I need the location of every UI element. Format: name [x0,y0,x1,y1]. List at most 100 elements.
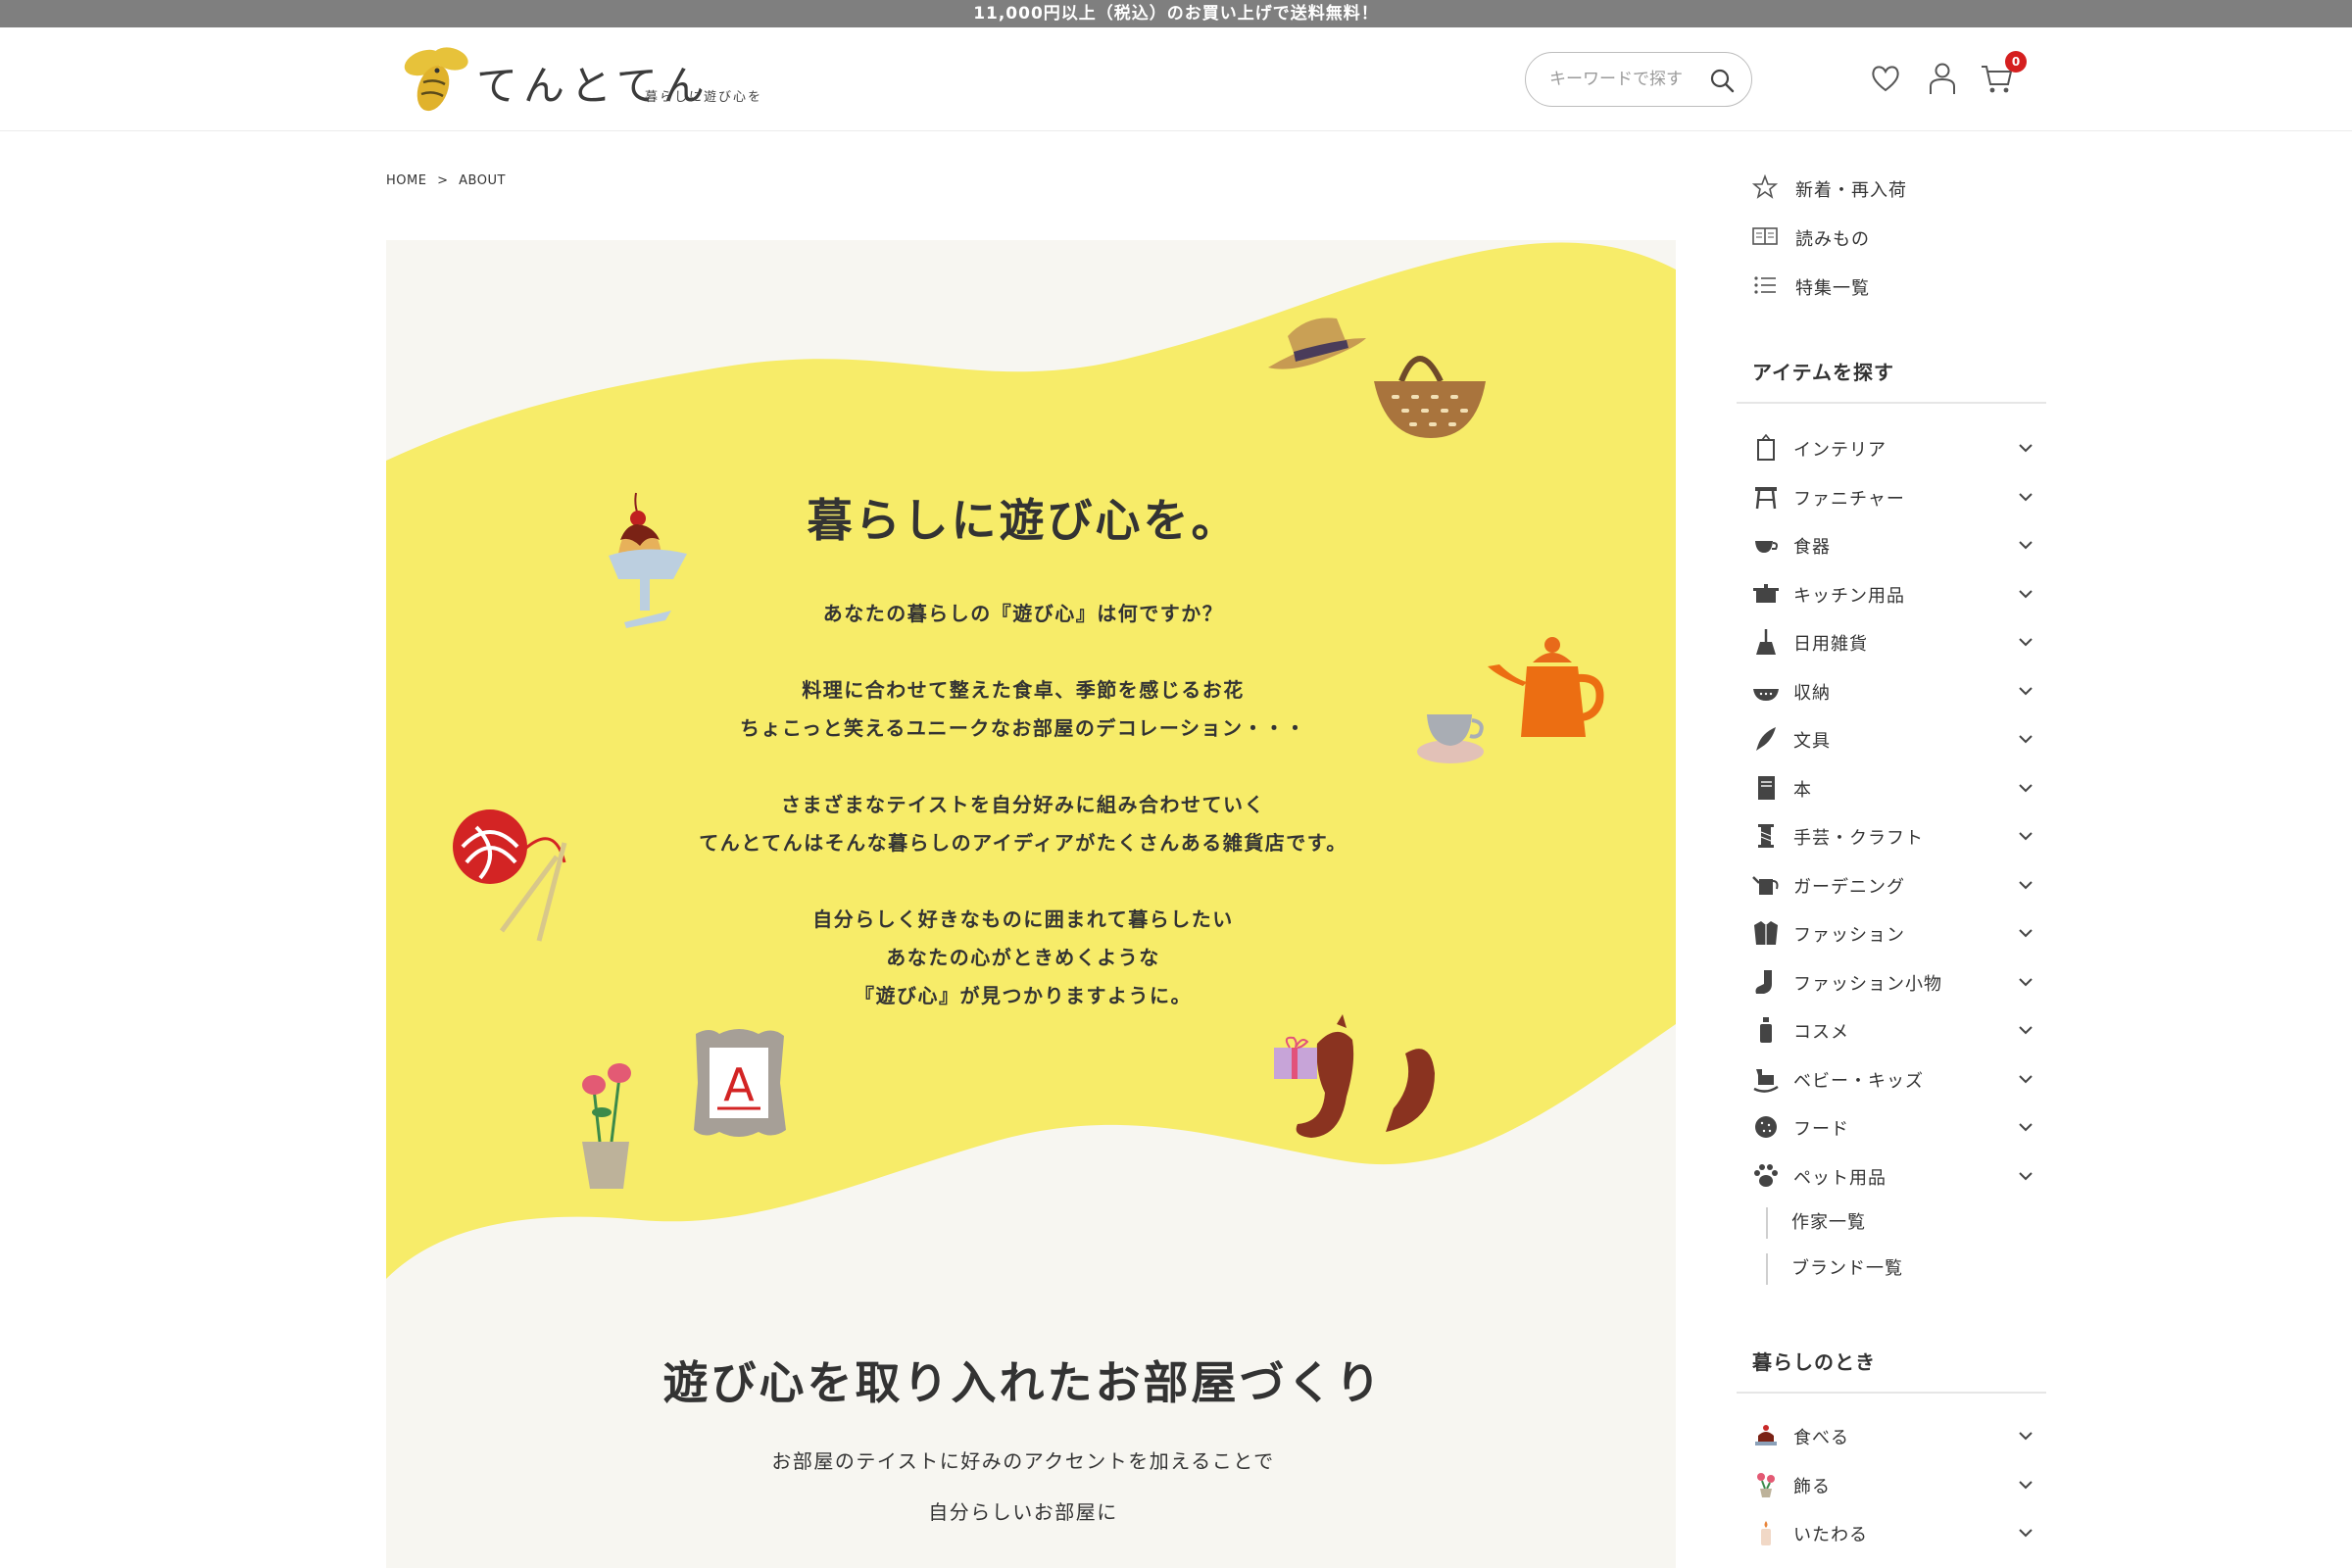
hero-line: てんとてんはそんな暮らしのアイディアがたくさんある雑貨店です。 [699,831,1348,855]
items-heading: アイテムを探す [1752,361,1894,384]
paw-icon [1754,1163,1778,1187]
chevron-down-icon[interactable] [2017,827,2034,845]
chevron-down-icon[interactable] [2017,585,2034,603]
chevron-down-icon[interactable] [2017,924,2034,942]
category-pet[interactable]: ペット用品 [1752,1155,2036,1195]
list-icon [1754,276,1776,294]
sidebar-link-new-arrivals[interactable]: 新着・再入荷 [1752,169,2036,204]
category-label: ガーデニング [1793,876,1905,898]
category-household[interactable]: 日用雑貨 [1752,621,2036,661]
category-food[interactable]: フード [1752,1106,2036,1146]
pen-icon [1756,727,1776,751]
category-label: 手芸・クラフト [1793,828,1924,849]
category-stationery[interactable]: 文具 [1752,718,2036,758]
category-baby-kids[interactable]: ベビー・キッズ [1752,1058,2036,1098]
category-kitchen[interactable]: キッチン用品 [1752,573,2036,612]
straw-hat-icon [1268,318,1366,369]
category-cosmetics[interactable]: コスメ [1752,1009,2036,1049]
basket-icon [1374,356,1486,438]
watering-can-icon [1752,875,1779,895]
sidebar-link-label: 特集一覧 [1795,278,1870,299]
life-decorate[interactable]: 飾る [1752,1464,2036,1503]
category-label: キッチン用品 [1793,585,1905,607]
sidebar-link-brands[interactable]: ブランド一覧 [1766,1253,1903,1285]
category-storage[interactable]: 収納 [1752,670,2036,710]
category-label: 収納 [1793,682,1831,704]
breadcrumb: HOME > ABOUT [386,173,512,188]
sidebar-link-label: 新着・再入荷 [1795,180,1907,201]
chevron-down-icon[interactable] [2017,1070,2034,1088]
bottle-icon [1760,1017,1772,1043]
chevron-down-icon[interactable] [2017,973,2034,991]
category-label: ファニチャー [1793,488,1905,510]
divider [1737,402,2046,404]
storage-icon [1753,688,1779,701]
announcement-bar: 11,000円以上（税込）のお買い上げで送料無料！ [0,0,2352,27]
chevron-down-icon[interactable] [2017,1524,2034,1542]
category-fashion-accessories[interactable]: ファッション小物 [1752,961,2036,1001]
category-furniture[interactable]: ファニチャー [1752,476,2036,515]
category-label: ファッション小物 [1793,973,1942,995]
section-title: 遊び心を取り入れたお部屋づくり [662,1356,1384,1409]
life-care[interactable]: いたわる [1752,1512,2036,1551]
category-label: インテリア [1793,440,1886,461]
hero-line [386,862,1660,901]
category-label: 文具 [1793,731,1831,752]
sidebar-link-features[interactable]: 特集一覧 [1752,267,2036,302]
chevron-down-icon[interactable] [2017,1427,2034,1445]
book-icon [1758,775,1775,800]
jacket-icon [1754,921,1778,945]
category-fashion[interactable]: ファッション [1752,912,2036,952]
letter-frame-icon: A [694,1029,786,1137]
interior-icon [1757,434,1775,461]
chevron-down-icon[interactable] [2017,633,2034,651]
star-icon [1752,174,1778,199]
chevron-down-icon[interactable] [2017,730,2034,748]
chevron-down-icon[interactable] [2017,876,2034,894]
section-text: お部屋のテイストに好みのアクセントを加えることで [771,1449,1275,1473]
site-logo[interactable]: てんとてん 暮らしに遊び心を [402,43,764,122]
chevron-down-icon[interactable] [2017,488,2034,506]
category-books[interactable]: 本 [1752,767,2036,807]
category-label: 本 [1793,779,1812,801]
category-tableware[interactable]: 食器 [1752,524,2036,564]
life-eat[interactable]: 食べる [1752,1415,2036,1454]
category-label: ペット用品 [1793,1167,1886,1189]
breadcrumb-home[interactable]: HOME [386,173,426,188]
category-interior[interactable]: インテリア [1752,427,2036,466]
flower-pot-icon [582,1063,631,1189]
heart-icon[interactable] [1868,61,1903,96]
hero-line: さまざまなテイストを自分好みに組み合わせていく [781,793,1265,816]
chevron-down-icon[interactable] [2017,1021,2034,1039]
rocking-horse-icon [1753,1068,1779,1093]
chevron-down-icon[interactable] [2017,779,2034,797]
chevron-down-icon[interactable] [2017,536,2034,554]
chevron-down-icon[interactable] [2017,682,2034,700]
category-label: 飾る [1793,1476,1831,1497]
search-box[interactable] [1525,52,1752,107]
sock-icon [1755,969,1772,994]
hero-line: 自分らしく好きなものに囲まれて暮らしたい [812,907,1234,931]
search-input[interactable] [1549,65,1706,94]
chevron-down-icon[interactable] [2017,1167,2034,1185]
cookie-icon [1755,1116,1777,1138]
tableware-icon [1755,541,1778,553]
logo-tagline: 暮らしに遊び心を [645,90,763,105]
category-gardening[interactable]: ガーデニング [1752,864,2036,904]
life-heading: 暮らしのとき [1752,1350,1876,1374]
hero-line: あなたの心がときめくような [886,946,1160,969]
decorate-icon [1757,1472,1775,1497]
category-craft[interactable]: 手芸・クラフト [1752,815,2036,855]
chevron-down-icon[interactable] [2017,1118,2034,1136]
furniture-icon [1755,486,1777,509]
hero-line: ちょこっと笑えるユニークなお部屋のデコレーション・・・ [739,716,1307,740]
sidebar-link-articles[interactable]: 読みもの [1752,218,2036,253]
sidebar-link-artists[interactable]: 作家一覧 [1766,1207,1866,1239]
chevron-down-icon[interactable] [2017,1476,2034,1494]
user-icon[interactable] [1925,61,1960,96]
hero-title: 暮らしに遊び心を。 [807,494,1240,547]
sidebar-sublink-label: ブランド一覧 [1791,1258,1903,1279]
eat-icon [1755,1425,1777,1446]
search-icon[interactable] [1708,67,1736,94]
chevron-down-icon[interactable] [2017,439,2034,457]
